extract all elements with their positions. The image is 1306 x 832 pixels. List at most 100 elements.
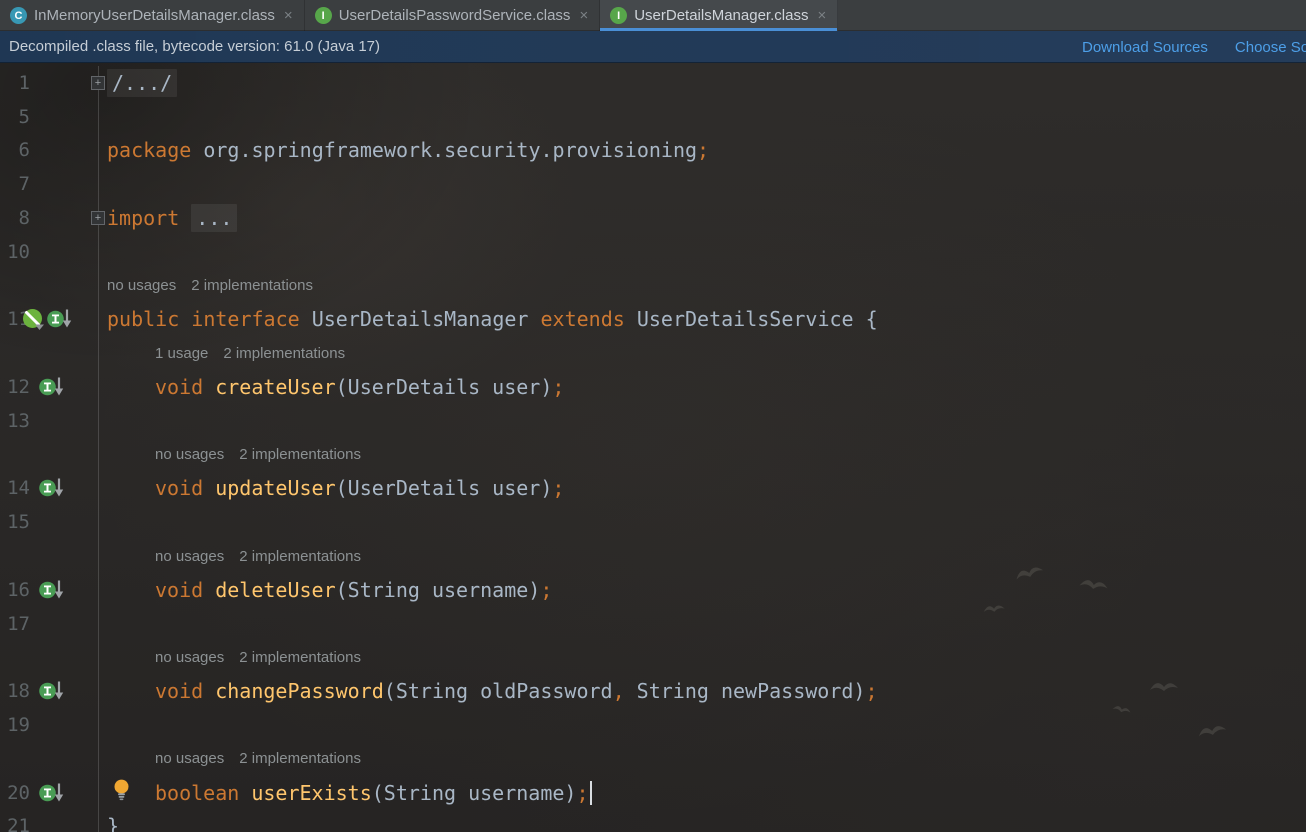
implemented-marker-icon[interactable] [38,781,66,805]
code-token: ; [540,578,552,602]
fold-marker-icon[interactable]: + [91,211,105,225]
line-number: 19 [0,708,30,742]
inlay-hint-label[interactable]: 2 implementations [191,277,313,294]
inlay-hint-label[interactable]: 2 implementations [223,345,345,362]
inlay-hint-row: no usages 2 implementations [0,438,1306,472]
editor-gutter: 21 [0,810,99,832]
code-line[interactable]: /.../ [99,66,177,100]
code-token: /.../ [107,69,177,97]
line-number: 1 [0,66,30,100]
code-row: 10 [0,235,1306,269]
code-token: org.springframework.security.provisionin… [191,138,697,162]
code-row: 16 void deleteUser(String username); [0,573,1306,607]
code-row: 6 package org.springframework.security.pr… [0,134,1306,168]
line-number: 7 [0,167,30,201]
code-row: 19 [0,708,1306,742]
code-row: 13 [0,404,1306,438]
inlay-hint-label[interactable]: 2 implementations [239,649,361,666]
notification-message: Decompiled .class file, bytecode version… [9,38,380,55]
code-row: 11 public interface UserDetailsManager e… [0,303,1306,337]
editor-gutter: 6 [0,134,99,168]
choose-sources-link[interactable]: Choose Sources… [1235,39,1306,56]
code-row: 5 [0,100,1306,134]
tab-inmemoryuserdetailsmanager[interactable]: C InMemoryUserDetailsManager.class × [0,0,305,31]
code-line[interactable] [99,100,107,134]
code-line[interactable] [99,404,107,438]
code-token: } [107,814,119,832]
editor-gutter: 5 [0,100,99,134]
code-line[interactable]: import ... [99,201,237,235]
usages-implementations-inlay[interactable]: no usages 2 implementations [99,641,361,675]
implemented-marker-icon[interactable] [46,307,74,331]
implemented-marker-icon[interactable] [38,578,66,602]
close-icon[interactable]: × [817,8,826,23]
tab-userdetailsmanager[interactable]: I UserDetailsManager.class × [600,0,838,31]
code-line[interactable] [99,167,107,201]
spring-bean-icon[interactable] [22,308,45,331]
editor-gutter: 1+ [0,66,99,100]
code-line[interactable]: void updateUser(UserDetails user); [99,472,564,506]
line-number: 6 [0,134,30,168]
tab-label: InMemoryUserDetailsManager.class [34,7,275,24]
inlay-hint-label[interactable]: no usages [155,649,224,666]
gutter-icons [22,303,74,337]
code-token: void [155,578,203,602]
implemented-marker-icon[interactable] [38,375,66,399]
inlay-hint-label[interactable]: 2 implementations [239,548,361,565]
code-line[interactable]: void changePassword(String oldPassword, … [99,674,878,708]
code-line[interactable]: boolean userExists(String username); [99,776,592,810]
code-token [203,375,215,399]
code-row: 1+/.../ [0,66,1306,100]
code-token: (UserDetails user) [336,375,553,399]
editor-gutter: 10 [0,235,99,269]
inlay-hint-row: 1 usage 2 implementations [0,336,1306,370]
code-line[interactable]: public interface UserDetailsManager exte… [99,303,878,337]
code-token: String newPassword) [625,679,866,703]
code-token: void [155,476,203,500]
close-icon[interactable]: × [579,8,588,23]
line-number: 15 [0,505,30,539]
code-token: ; [552,375,564,399]
implemented-marker-icon[interactable] [38,679,66,703]
usages-implementations-inlay[interactable]: no usages 2 implementations [99,438,361,472]
code-line[interactable] [99,505,107,539]
fold-marker-icon[interactable]: + [91,76,105,90]
code-line[interactable] [99,607,107,641]
tab-userdetailspasswordservice[interactable]: I UserDetailsPasswordService.class × [305,0,601,31]
line-number: 17 [0,607,30,641]
download-sources-link[interactable]: Download Sources [1082,39,1208,56]
line-number: 8 [0,201,30,235]
inlay-hint-label[interactable]: 2 implementations [239,750,361,767]
close-icon[interactable]: × [284,8,293,23]
usages-implementations-inlay[interactable]: 1 usage 2 implementations [99,336,345,370]
editor-gutter: 7 [0,167,99,201]
code-line[interactable] [99,708,107,742]
editor-gutter [0,539,99,573]
code-line[interactable]: void deleteUser(String username); [99,573,552,607]
line-number: 18 [0,674,30,708]
code-line[interactable]: package org.springframework.security.pro… [99,134,709,168]
code-line[interactable] [99,235,107,269]
code-line[interactable]: } [99,810,119,832]
inlay-hint-label[interactable]: 2 implementations [239,446,361,463]
usages-implementations-inlay[interactable]: no usages 2 implementations [99,539,361,573]
code-editor[interactable]: 1+/.../56package org.springframework.sec… [0,63,1306,832]
code-token: package [107,138,191,162]
implemented-marker-icon[interactable] [38,476,66,500]
inlay-hint-label[interactable]: no usages [155,446,224,463]
usages-implementations-inlay[interactable]: no usages 2 implementations [99,269,313,303]
intention-bulb-icon[interactable] [112,778,131,803]
code-row: 21} [0,810,1306,832]
inlay-hint-label[interactable]: no usages [107,277,176,294]
usages-implementations-inlay[interactable]: no usages 2 implementations [99,742,361,776]
code-token [203,679,215,703]
code-token: UserDetailsService { [625,307,878,331]
inlay-hint-label[interactable]: no usages [155,750,224,767]
code-token: updateUser [215,476,335,500]
inlay-hint-label[interactable]: 1 usage [155,345,208,362]
code-token: interface [191,307,299,331]
inlay-hint-label[interactable]: no usages [155,548,224,565]
line-number: 20 [0,776,30,810]
interface-icon: I [610,7,627,24]
code-line[interactable]: void createUser(UserDetails user); [99,370,564,404]
